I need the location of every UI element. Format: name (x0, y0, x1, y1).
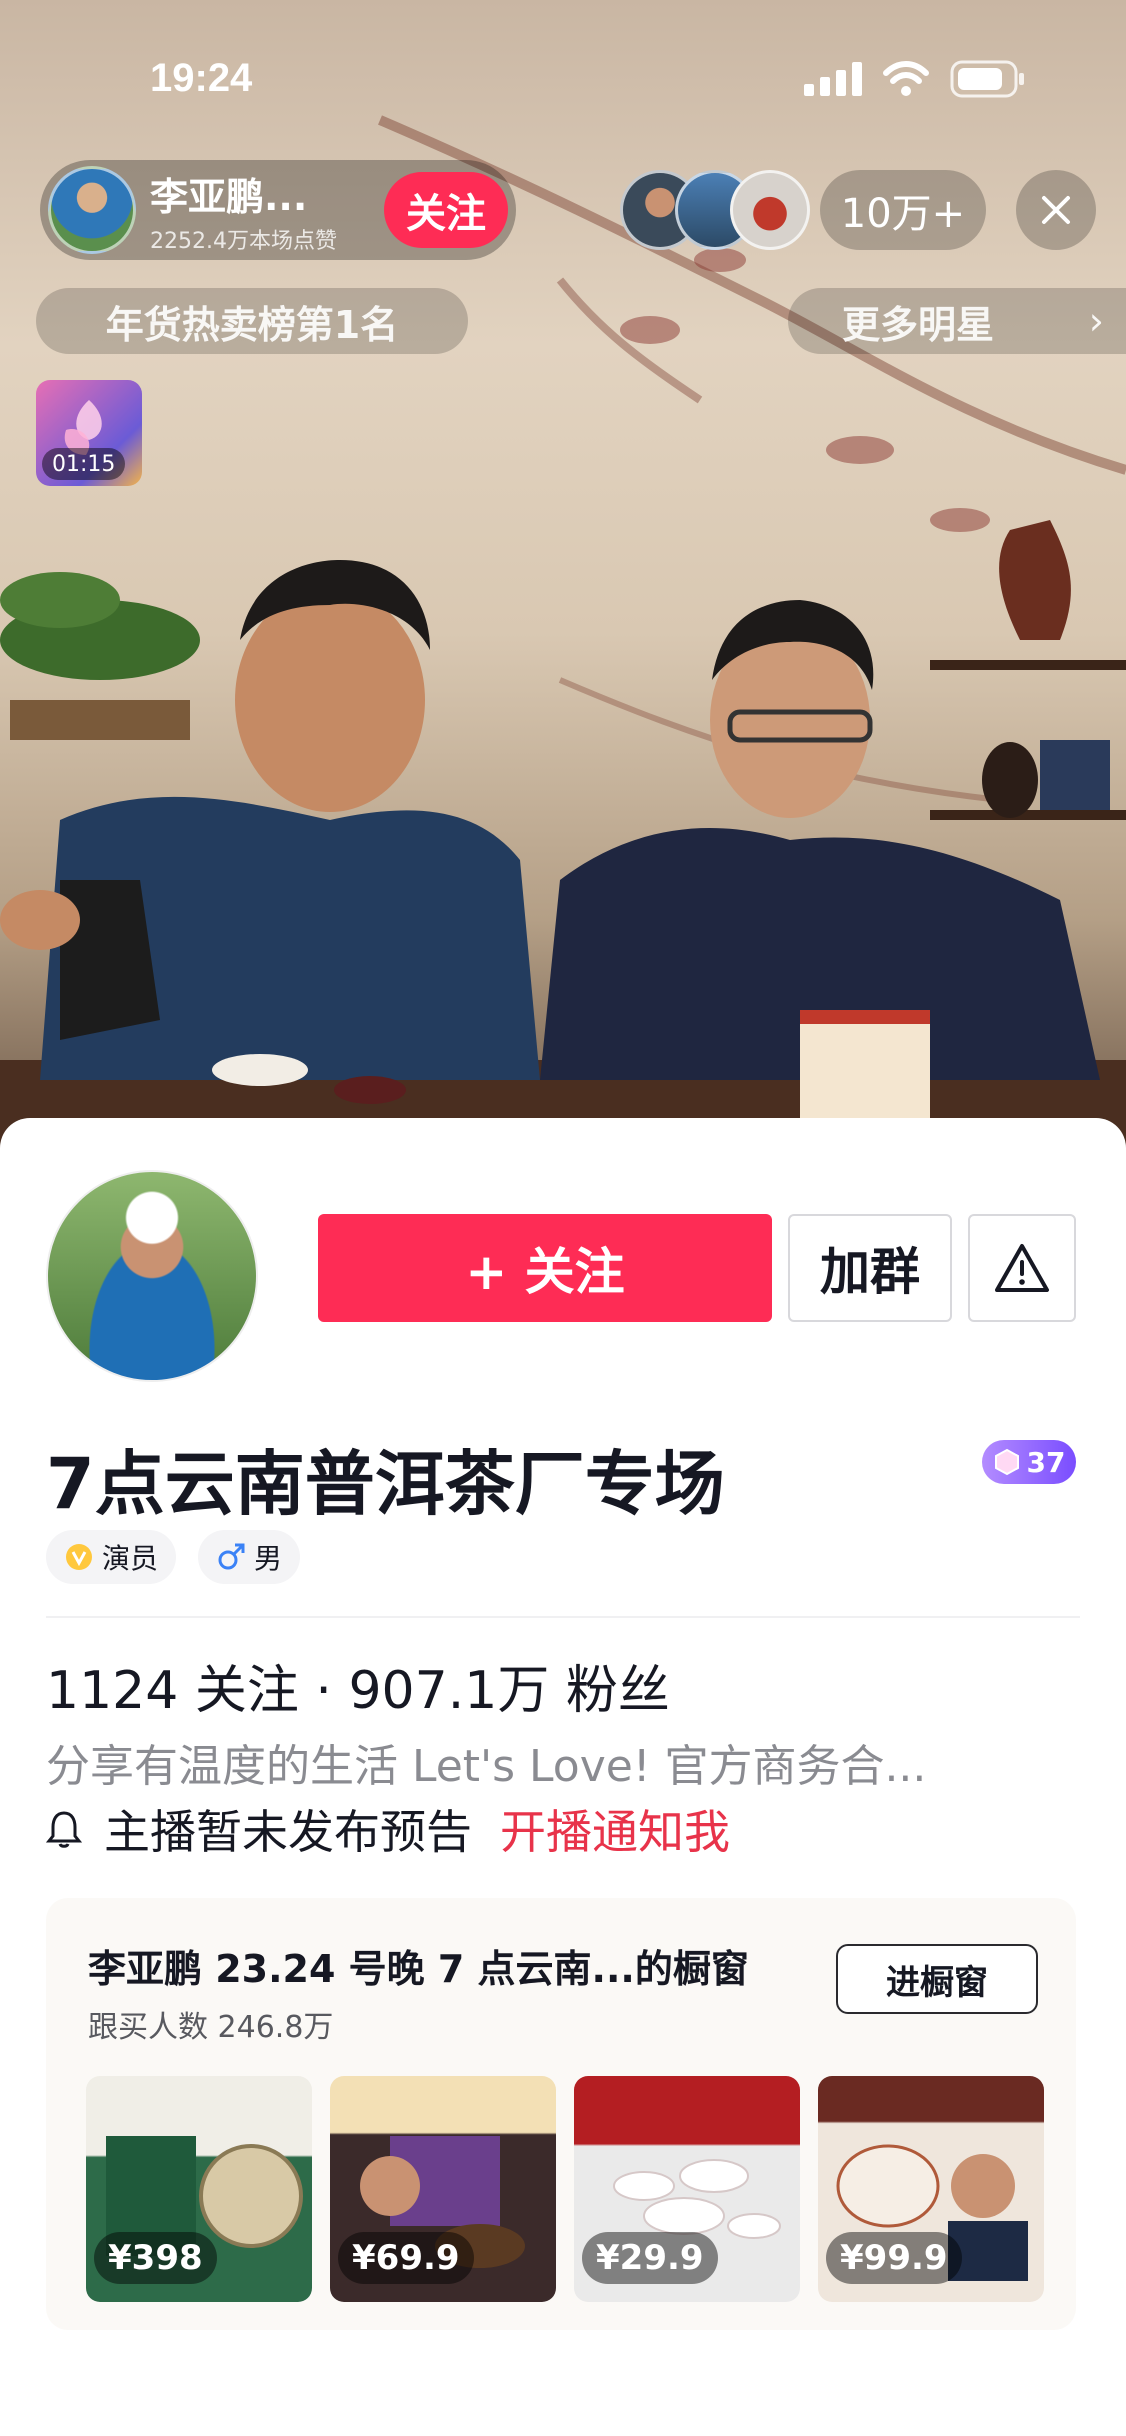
status-icons (804, 60, 1026, 98)
v-badge-icon (66, 1544, 92, 1570)
rank-badge[interactable]: 年货热卖榜第1名 (36, 288, 468, 354)
gem-icon (994, 1448, 1019, 1476)
follow-stats[interactable]: 1124 关注 · 907.1万 粉丝 (46, 1648, 670, 1723)
warning-icon (995, 1244, 1049, 1292)
profile-sheet: + 关注 加群 7点云南普洱茶厂专场 37 演员 男 1124 关注 · 907… (0, 1118, 1126, 2436)
shop-window-card[interactable]: 李亚鹏 23.24 号晚 7 点云南...的橱窗 跟买人数 246.8万 进橱窗… (46, 1898, 1076, 2330)
product-price: ¥398 (94, 2232, 217, 2284)
mini-card-timer: 01:15 (42, 448, 126, 480)
more-stars-label: 更多明星 (842, 302, 995, 347)
shop-title: 李亚鹏 23.24 号晚 7 点云南...的橱窗 (88, 1947, 749, 1991)
viewer-avatars[interactable] (620, 170, 810, 250)
host-likes: 2252.4万本场点赞 (150, 228, 337, 254)
product-price: ¥69.9 (338, 2232, 474, 2284)
battery-icon (950, 60, 1024, 98)
product-price: ¥99.9 (826, 2232, 962, 2284)
wifi-icon (883, 61, 929, 96)
report-button[interactable] (968, 1214, 1076, 1322)
viewer-count[interactable]: 10万+ (820, 170, 986, 250)
product-card[interactable]: ¥398 (86, 2076, 312, 2302)
viewer-avatar (730, 170, 810, 250)
more-stars-pill[interactable]: 更多明星 › (788, 288, 1126, 354)
live-video[interactable]: 19:24 李亚鹏... 2252.4万本场点赞 关注 10万+ 年货热卖榜第1… (0, 0, 1126, 1150)
product-list: ¥398 ¥69.9 ¥29.9 ¥99.9 (86, 2076, 1044, 2302)
tag-gender: 男 (198, 1530, 301, 1584)
host-name: 李亚鹏... (150, 174, 308, 219)
tag-occupation-label: 演员 (102, 1542, 159, 1575)
join-group-button[interactable]: 加群 (788, 1214, 952, 1322)
mini-promo-card[interactable]: 01:15 (36, 380, 142, 486)
profile-avatar[interactable] (46, 1170, 258, 1382)
room-title: 7点云南普洱茶厂专场 (46, 1443, 725, 1518)
close-button[interactable] (1016, 170, 1096, 250)
level-badge: 37 (982, 1440, 1076, 1484)
host-info-pill[interactable]: 李亚鹏... 2252.4万本场点赞 关注 (40, 160, 516, 260)
product-card[interactable]: ¥69.9 (330, 2076, 556, 2302)
notify-me-link[interactable]: 开播通知我 (500, 1796, 730, 1862)
bell-icon (46, 1811, 82, 1848)
host-follow-button[interactable]: 关注 (384, 172, 508, 248)
live-notice: 主播暂未发布预告 开播通知我 (46, 1796, 730, 1862)
product-card[interactable]: ¥99.9 (818, 2076, 1044, 2302)
enter-shop-button[interactable]: 进橱窗 (836, 1944, 1038, 2014)
shop-buyers-count: 跟买人数 246.8万 (88, 2010, 334, 2045)
status-time: 19:24 (150, 56, 253, 100)
chevron-right-icon: › (1088, 299, 1104, 343)
level-number: 37 (1026, 1445, 1066, 1479)
close-icon (1042, 196, 1070, 224)
notice-text: 主播暂未发布预告 (104, 1805, 472, 1859)
product-price: ¥29.9 (582, 2232, 718, 2284)
male-icon (218, 1543, 245, 1570)
tag-occupation: 演员 (46, 1530, 177, 1584)
follow-button[interactable]: + 关注 (318, 1214, 772, 1322)
divider (46, 1616, 1080, 1618)
product-card[interactable]: ¥29.9 (574, 2076, 800, 2302)
tag-gender-label: 男 (254, 1542, 283, 1575)
bio-text[interactable]: 分享有温度的生活 Let's Love! 官方商务合... (46, 1730, 1086, 1794)
host-avatar[interactable] (48, 166, 136, 254)
signal-icon (804, 62, 862, 96)
